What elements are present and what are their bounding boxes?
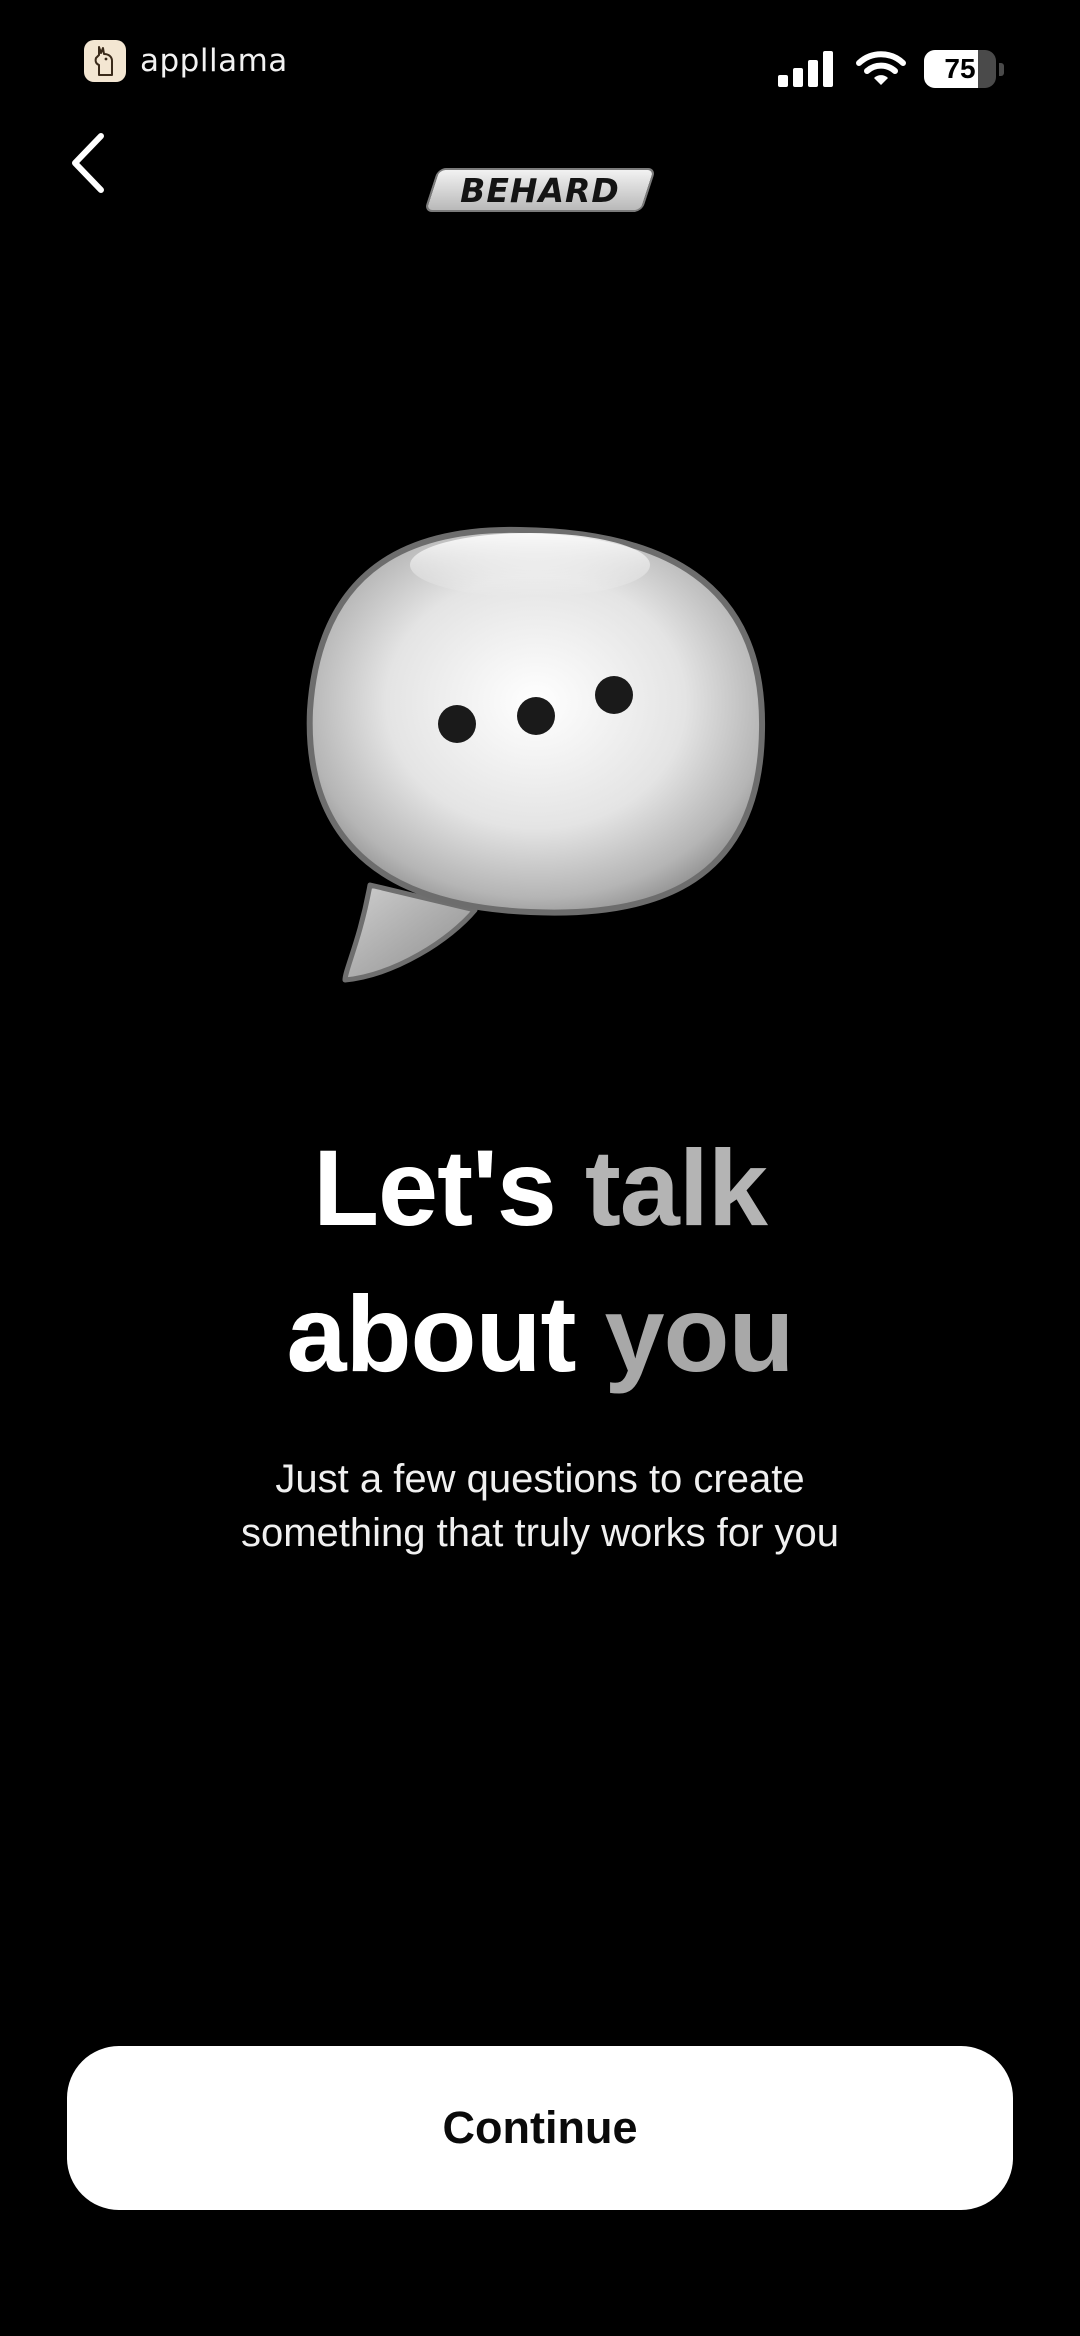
subtitle: Just a few questions to create something… <box>0 1452 1080 1560</box>
headline-word: about <box>286 1273 577 1394</box>
llama-icon <box>84 40 126 82</box>
subtitle-line-1: Just a few questions to create <box>275 1457 805 1501</box>
wifi-icon <box>856 51 906 85</box>
headline-word: you <box>604 1273 794 1394</box>
headline-word: talk <box>584 1127 768 1248</box>
headline-line-2: about you <box>0 1261 1080 1407</box>
carrier-label: appllama <box>140 43 288 79</box>
status-bar: appllama 75 <box>0 0 1080 130</box>
cellular-signal-icon <box>778 51 833 87</box>
battery-percentage: 75 <box>944 53 976 84</box>
chevron-left-icon <box>72 133 104 193</box>
headline-line-1: Let's talk <box>0 1115 1080 1261</box>
brand-logo: BEHARD <box>423 168 657 212</box>
headline: Let's talk about you <box>0 1115 1080 1407</box>
headline-word: Let's <box>313 1127 557 1248</box>
battery-cap <box>999 62 1004 76</box>
speech-bubble-icon <box>306 526 766 983</box>
status-icons: 75 <box>778 50 1004 88</box>
continue-button[interactable]: Continue <box>67 2046 1013 2210</box>
subtitle-line-2: something that truly works for you <box>240 1511 840 1555</box>
carrier-indicator: appllama <box>84 40 288 82</box>
battery-indicator: 75 <box>924 50 996 88</box>
brand-logo-text: BEHARD <box>460 170 620 210</box>
back-button[interactable] <box>58 128 118 198</box>
